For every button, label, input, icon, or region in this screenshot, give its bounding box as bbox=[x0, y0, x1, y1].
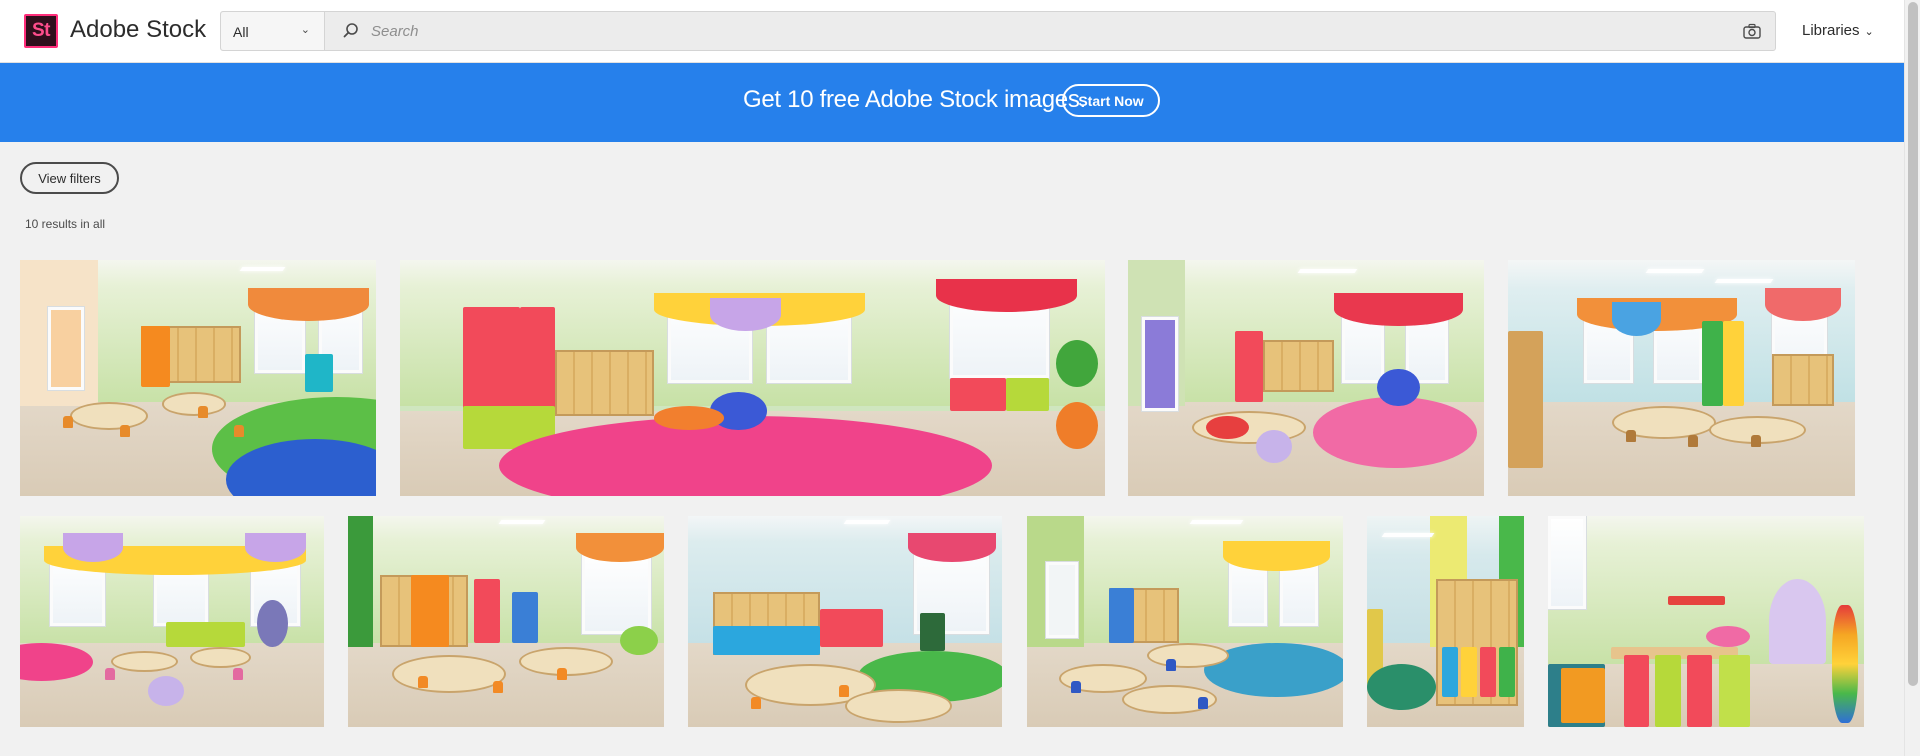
promo-banner: Get 10 free Adobe Stock images. Start No… bbox=[0, 63, 1904, 142]
view-filters-button[interactable]: View filters bbox=[20, 162, 119, 194]
banner-text: Get 10 free Adobe Stock images. bbox=[743, 86, 1086, 113]
search-icon bbox=[343, 23, 358, 38]
asset-type-value: All bbox=[233, 24, 249, 40]
result-image-8[interactable] bbox=[1027, 516, 1343, 727]
start-now-button[interactable]: Start Now bbox=[1062, 84, 1160, 117]
brand-name[interactable]: Adobe Stock bbox=[70, 16, 206, 44]
result-image-5[interactable] bbox=[20, 516, 324, 727]
result-image-7[interactable] bbox=[688, 516, 1002, 727]
result-image-4[interactable] bbox=[1508, 260, 1855, 496]
camera-icon[interactable] bbox=[1743, 23, 1761, 39]
libraries-menu[interactable]: Libraries ⌄ bbox=[1802, 22, 1874, 39]
top-header: St Adobe Stock All ⌄ Libraries ⌄ bbox=[0, 0, 1904, 63]
result-image-1[interactable] bbox=[20, 260, 376, 496]
chevron-down-icon: ⌄ bbox=[1864, 26, 1874, 38]
result-image-9[interactable] bbox=[1367, 516, 1524, 727]
libraries-label: Libraries bbox=[1802, 22, 1860, 39]
asset-type-select[interactable]: All ⌄ bbox=[221, 12, 325, 50]
result-image-3[interactable] bbox=[1128, 260, 1484, 496]
search-input[interactable] bbox=[371, 18, 1691, 44]
chevron-down-icon: ⌄ bbox=[300, 24, 310, 36]
search-bar: All ⌄ bbox=[220, 11, 1776, 51]
results-count: 10 results in all bbox=[25, 217, 106, 231]
result-image-2[interactable] bbox=[400, 260, 1105, 496]
result-image-6[interactable] bbox=[348, 516, 664, 727]
result-image-10[interactable] bbox=[1548, 516, 1864, 727]
page-scrollbar[interactable] bbox=[1904, 0, 1920, 756]
scrollbar-thumb[interactable] bbox=[1908, 2, 1918, 686]
adobe-stock-logo[interactable]: St bbox=[24, 14, 58, 48]
